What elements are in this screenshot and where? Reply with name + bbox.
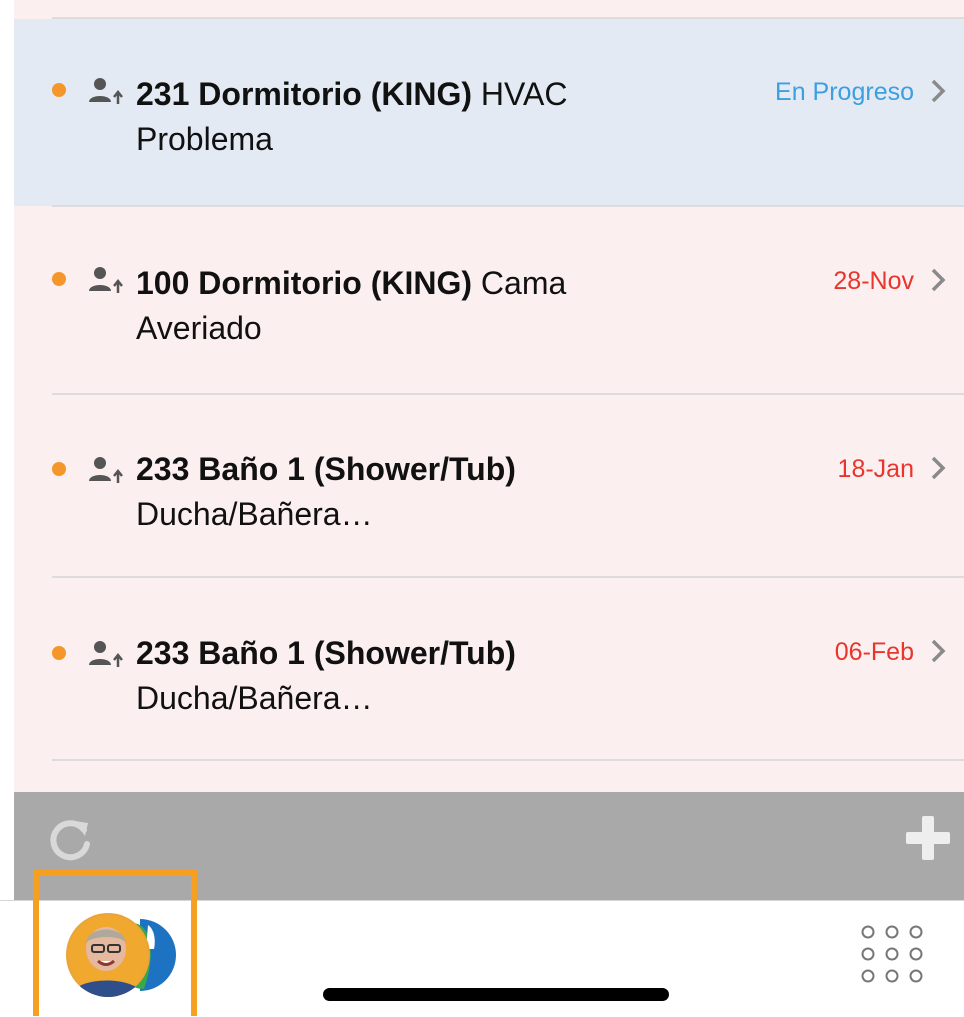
task-title: 233 Baño 1 (Shower/Tub) Ducha/Bañera…	[136, 447, 676, 537]
person-assigned-icon	[89, 78, 123, 104]
grid-menu-icon[interactable]	[857, 922, 927, 986]
row-divider	[52, 759, 964, 761]
task-title: 233 Baño 1 (Shower/Tub) Ducha/Bañera…	[136, 631, 676, 721]
task-room: 233 Baño 1 (Shower/Tub)	[136, 451, 516, 487]
task-issue: Ducha/Bañera…	[136, 496, 373, 532]
task-issue: Ducha/Bañera…	[136, 680, 373, 716]
plus-icon[interactable]	[904, 814, 952, 862]
chevron-right-icon	[931, 79, 946, 103]
chevron-right-icon	[931, 268, 946, 292]
task-row[interactable]: 231 Dormitorio (KING) HVAC Problema En P…	[14, 19, 964, 206]
task-room: 100 Dormitorio (KING)	[136, 265, 473, 301]
task-row[interactable]: 233 Baño 1 (Shower/Tub) Ducha/Bañera… 18…	[14, 395, 964, 576]
task-room: 231 Dormitorio (KING)	[136, 76, 473, 112]
person-assigned-icon	[89, 267, 123, 293]
task-list: 231 Dormitorio (KING) HVAC Problema En P…	[14, 0, 964, 792]
status-dot	[52, 83, 66, 97]
due-date: 06-Feb	[834, 638, 914, 666]
task-row[interactable]: 100 Dormitorio (KING) Cama Averiado 28-N…	[14, 207, 964, 393]
status-dot	[52, 646, 66, 660]
task-row[interactable]: 233 Baño 1 (Shower/Tub) Ducha/Bañera… 06…	[14, 578, 964, 759]
chevron-right-icon	[931, 456, 946, 480]
profile-highlight	[33, 870, 197, 1016]
home-indicator[interactable]	[323, 988, 669, 1001]
task-title: 231 Dormitorio (KING) HVAC Problema	[136, 72, 656, 162]
person-assigned-icon	[89, 457, 123, 483]
chevron-right-icon	[931, 639, 946, 663]
due-date: 18-Jan	[837, 455, 914, 483]
due-date: 28-Nov	[833, 267, 914, 295]
status-dot	[52, 462, 66, 476]
status-label: En Progreso	[775, 78, 914, 106]
refresh-icon[interactable]	[44, 814, 96, 866]
task-room: 233 Baño 1 (Shower/Tub)	[136, 635, 516, 671]
person-assigned-icon	[89, 641, 123, 667]
task-title: 100 Dormitorio (KING) Cama Averiado	[136, 261, 656, 351]
status-dot	[52, 272, 66, 286]
